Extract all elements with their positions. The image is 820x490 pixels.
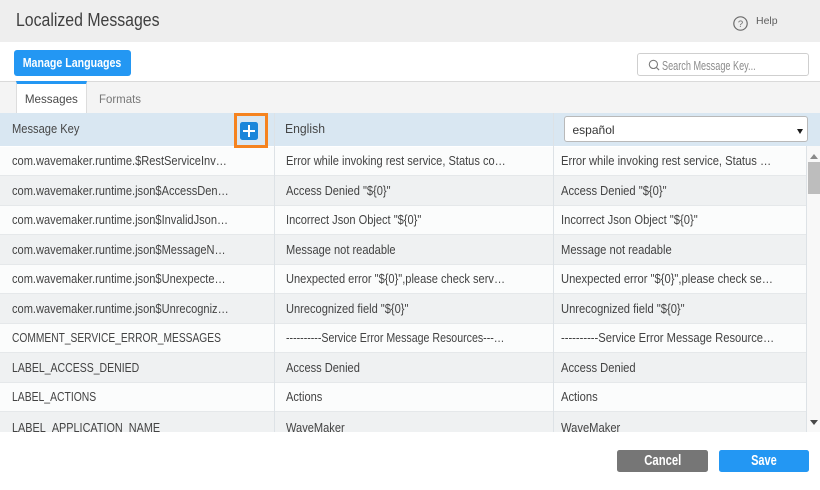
svg-text:?: ?	[738, 19, 743, 30]
